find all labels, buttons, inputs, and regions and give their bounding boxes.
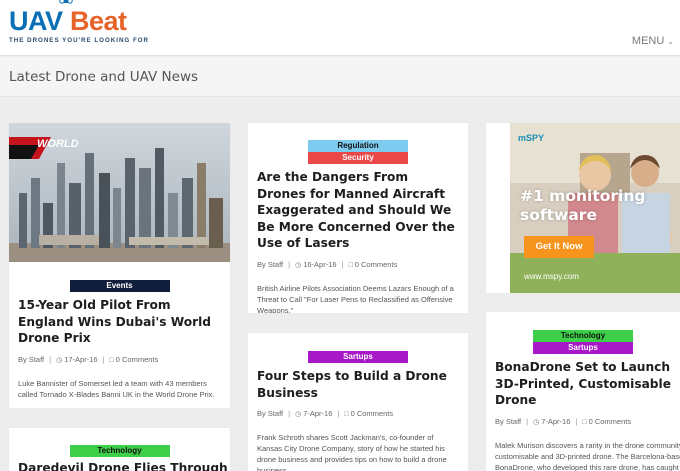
article-excerpt: British Airline Pilots Association Deems… (257, 283, 454, 314)
article-comments[interactable]: 0 Comments (351, 409, 394, 418)
site-header: UAV Beat THE DRONES YOU'RE LOOKING FOR M… (0, 0, 680, 56)
ad-brand: mSPY (518, 133, 545, 143)
menu-button[interactable]: MENU ⌄ (632, 35, 674, 47)
article-date: 7-Apr-16 (303, 409, 333, 418)
article-title[interactable]: Four Steps to Build a Drone Business (257, 368, 459, 401)
article-title[interactable]: Daredevil Drone Flies Through the (18, 460, 230, 471)
page-title: Latest Drone and UAV News (9, 69, 199, 85)
ad-headline-line-2: software (520, 206, 597, 224)
ad-url[interactable]: www.mspy.com (524, 272, 579, 281)
article-excerpt: Malek Murison discovers a rarity in the … (495, 440, 680, 471)
article-excerpt: Frank Schroth shares Scott Jackman's, co… (257, 433, 447, 471)
article-date: 17-Apr-16 (64, 354, 98, 364)
category-badge[interactable]: Technology (69, 445, 170, 457)
article-comments[interactable]: 0 Comments (116, 355, 159, 364)
comment-icon: □ (348, 261, 353, 269)
dubai-skyline-image: WORLD (9, 123, 230, 262)
chevron-down-icon: ⌄ (667, 37, 674, 46)
advertisement[interactable]: mSPY #1 monitoring software Get It Now w… (486, 123, 680, 293)
category-badge[interactable]: Technology (533, 330, 633, 342)
article-card[interactable]: WORLD Events 15-Year Old Pilot From Engl… (9, 123, 230, 408)
article-excerpt: Luke Bannister of Somerset led a team wi… (18, 378, 215, 399)
article-card[interactable]: Regulation Security Are the Dangers From… (248, 123, 468, 313)
logo-beat-text: Beat (70, 6, 127, 36)
article-author[interactable]: By Staff (257, 409, 283, 418)
calendar-icon: ◷ (295, 261, 302, 269)
article-card[interactable]: Technology Daredevil Drone Flies Through… (9, 428, 230, 471)
article-author[interactable]: By Staff (18, 355, 44, 364)
article-title[interactable]: Are the Dangers From Drones for Manned A… (257, 169, 459, 252)
article-meta: By Staff | ◷ 16-Apr-16 | □ 0 Comments (257, 259, 398, 269)
article-title[interactable]: BonaDrone Set to Launch 3D-Printed, Cust… (495, 359, 671, 409)
comment-icon: □ (582, 418, 587, 426)
category-badge[interactable]: Security (308, 152, 408, 164)
ad-headline: #1 monitoring software (520, 187, 645, 225)
article-author[interactable]: By Staff (257, 260, 283, 269)
calendar-icon: ◷ (56, 356, 63, 364)
category-badge[interactable]: Sartups (533, 342, 633, 354)
article-image[interactable]: WORLD (9, 123, 230, 262)
category-badge[interactable]: Regulation (308, 140, 408, 152)
article-comments[interactable]: 0 Comments (355, 260, 398, 269)
article-meta: By Staff | ◷ 17-Apr-16 | □ 0 Comments (18, 354, 159, 364)
article-card[interactable]: Technology Sartups BonaDrone Set to Laun… (486, 312, 680, 471)
comment-icon: □ (344, 411, 349, 418)
article-date: 16-Apr-16 (303, 259, 337, 269)
calendar-icon: ◷ (295, 411, 302, 418)
article-date: 7-Apr-16 (541, 416, 571, 426)
ad-banner[interactable]: mSPY #1 monitoring software Get It Now w… (510, 123, 680, 293)
logo-uav-text: UAV (9, 6, 63, 36)
comment-icon: □ (109, 356, 114, 364)
category-badge[interactable]: Sartups (308, 351, 408, 363)
article-title[interactable]: 15-Year Old Pilot From England Wins Duba… (18, 297, 221, 347)
calendar-icon: ◷ (533, 418, 540, 426)
article-meta: By Staff | ◷ 7-Apr-16 | □ 0 Comments (495, 416, 632, 426)
article-meta: By Staff | ◷ 7-Apr-16 | □ 0 Comments (257, 409, 394, 418)
world-image-text: WORLD (37, 138, 79, 150)
site-logo[interactable]: UAV Beat THE DRONES YOU'RE LOOKING FOR (9, 0, 150, 48)
category-badge[interactable]: Events (69, 280, 170, 292)
ad-cta-button[interactable]: Get It Now (524, 236, 594, 258)
ad-headline-line-1: #1 monitoring (520, 187, 646, 205)
article-card[interactable]: Sartups Four Steps to Build a Drone Busi… (248, 333, 468, 471)
article-author[interactable]: By Staff (495, 417, 521, 426)
article-comments[interactable]: 0 Comments (589, 417, 632, 426)
site-tagline: THE DRONES YOU'RE LOOKING FOR (9, 37, 150, 44)
section-header: Latest Drone and UAV News (0, 57, 680, 97)
menu-label: MENU (631, 35, 665, 47)
